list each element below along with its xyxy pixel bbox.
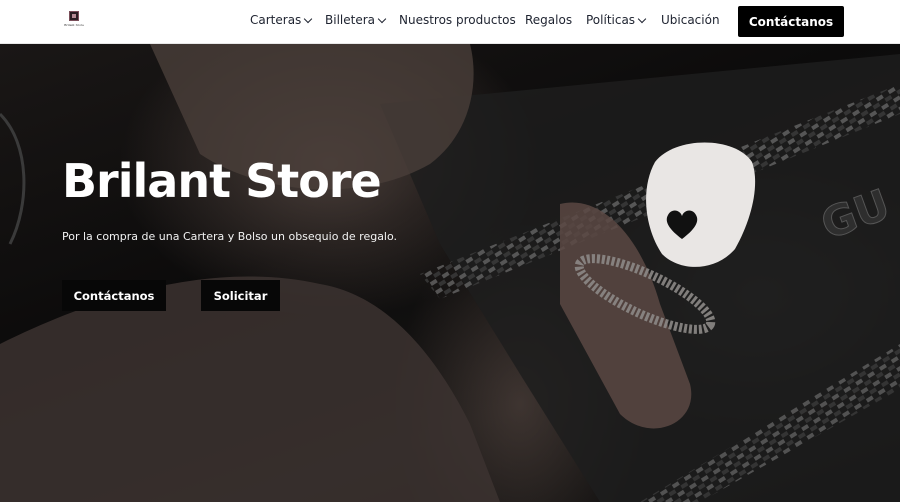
nav-item-label: Carteras xyxy=(250,13,302,27)
chevron-down-icon xyxy=(304,14,313,23)
hero-background-image: GU xyxy=(0,44,900,502)
nav-item-label: Nuestros productos xyxy=(399,13,516,27)
chevron-down-icon xyxy=(637,14,647,23)
nav-item-label: Billetera xyxy=(325,13,375,27)
nav-item-label: Ubicación xyxy=(661,13,720,27)
hero-subtitle: Por la compra de una Cartera y Bolso un … xyxy=(62,230,398,243)
contact-button[interactable]: Contáctanos xyxy=(738,6,844,37)
nav-item-politicas[interactable]: Políticas xyxy=(586,13,647,27)
hero-title: Brilant Store xyxy=(62,154,382,208)
logo-text: Brilant Store xyxy=(64,23,84,27)
chevron-down-icon xyxy=(377,14,387,23)
nav-item-ubicacion[interactable]: Ubicación xyxy=(661,13,720,27)
hero-contact-button[interactable]: Contáctanos xyxy=(62,280,166,311)
nav-item-label: Políticas xyxy=(586,13,636,27)
logo-mark-icon xyxy=(69,11,79,21)
nav-item-billetera[interactable]: Billetera xyxy=(325,13,387,27)
brand-logo[interactable]: Brilant Store xyxy=(64,11,84,33)
nav-item-nuestros-productos[interactable]: Nuestros productos xyxy=(399,13,516,27)
nav-item-label: Regalos xyxy=(525,13,573,27)
hero-section: GU Brilant Store Por la compra de una Ca… xyxy=(0,44,900,502)
nav-item-carteras[interactable]: Carteras xyxy=(250,13,313,27)
hero-request-button[interactable]: Solicitar xyxy=(201,280,280,311)
nav-item-regalos[interactable]: Regalos xyxy=(525,13,572,27)
site-header: Brilant Store Carteras Billetera Nuestro… xyxy=(0,0,900,44)
